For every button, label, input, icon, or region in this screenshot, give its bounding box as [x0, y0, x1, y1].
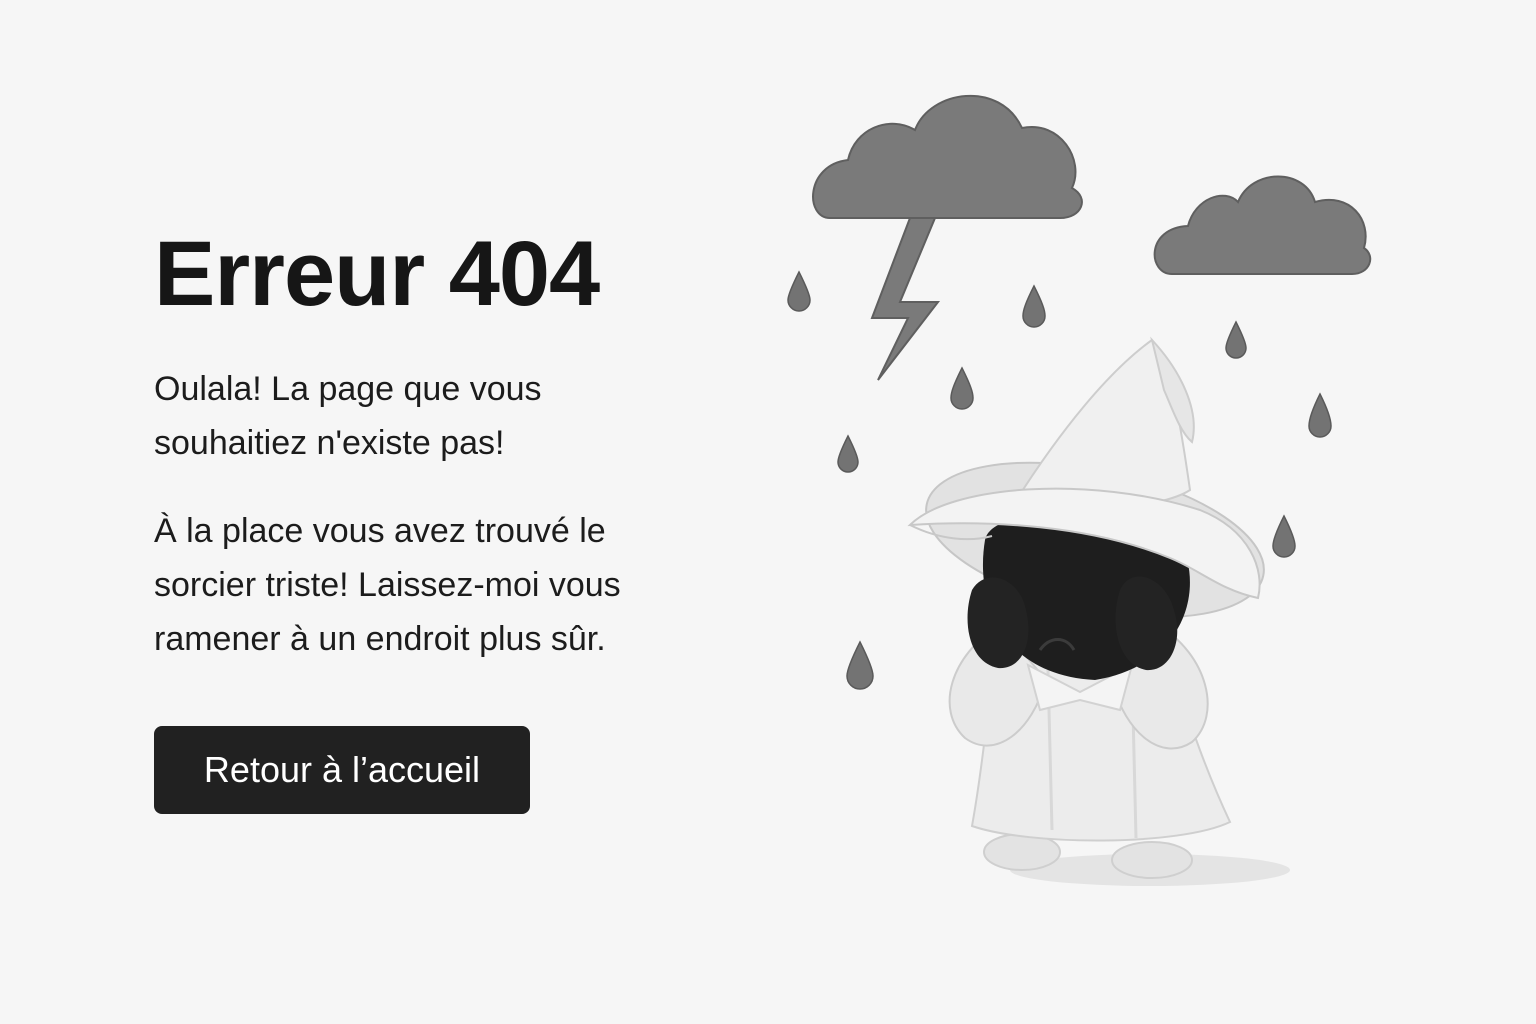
raindrop-icon: [1272, 514, 1296, 558]
lightning-bolt-icon: [870, 217, 941, 381]
raindrop-icon: [1225, 320, 1247, 359]
raindrop-icon: [837, 434, 859, 473]
storm-cloud-icon: [812, 94, 1083, 219]
raindrop-icon: [1022, 284, 1046, 328]
raindrop-icon: [950, 366, 974, 410]
sad-wizard-icon: [907, 336, 1290, 886]
raindrop-icon: [787, 270, 811, 312]
raindrop-icon: [1308, 392, 1332, 438]
error-message-secondary: À la place vous avez trouvé le sorcier t…: [154, 512, 621, 658]
sad-wizard-illustration: [760, 70, 1440, 910]
error-message-primary: Oulala! La page que vous souhaitiez n'ex…: [154, 370, 542, 462]
error-page: Erreur 404 Oulala! La page que vous souh…: [0, 0, 1536, 1024]
page-title: Erreur 404: [154, 223, 600, 325]
rain-cloud-icon: [1153, 175, 1372, 275]
raindrop-icon: [846, 640, 874, 690]
back-home-button[interactable]: Retour à l’accueil: [154, 726, 530, 814]
error-content: Erreur 404 Oulala! La page que vous souh…: [154, 228, 714, 666]
